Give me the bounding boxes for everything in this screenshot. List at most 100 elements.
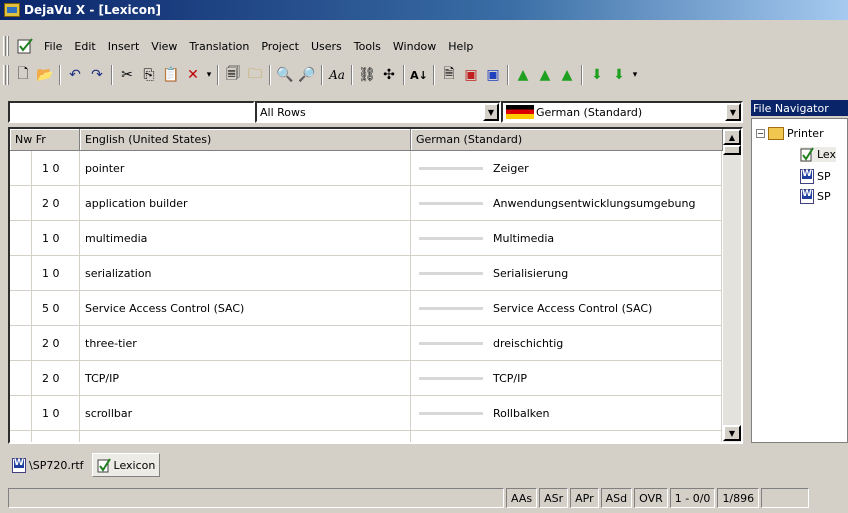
cell-source[interactable]: Service Access Control (SAC)	[80, 291, 411, 326]
menu-view[interactable]: View	[145, 40, 183, 53]
lexicon-icon[interactable]: 🗎	[438, 64, 460, 86]
cell-source[interactable]: TCP/IP	[80, 361, 411, 396]
tree-node-printer[interactable]: − Printer	[756, 127, 824, 140]
row-selector[interactable]	[10, 431, 32, 442]
check-all-icon[interactable]: ▣	[482, 64, 504, 86]
scroll-up-icon[interactable]: ▲	[723, 129, 741, 145]
cell-source[interactable]: application builder	[80, 186, 411, 221]
row-selector[interactable]	[10, 256, 32, 291]
cut-icon[interactable]: ✂	[116, 64, 138, 86]
cell-target[interactable]: Zeiger	[411, 151, 722, 186]
tree-node-label: SP	[817, 190, 831, 203]
menu-users[interactable]: Users	[305, 40, 348, 53]
menu-window[interactable]: Window	[387, 40, 442, 53]
new-document-icon[interactable]: 🗋	[12, 64, 34, 86]
add-term-all-icon[interactable]: ▲	[534, 64, 556, 86]
table-row[interactable]: 5 0 Service Access Control (SAC) Service A…	[10, 291, 722, 326]
table-row[interactable]: 2 0 application builder Anwendungsentwickl…	[10, 186, 722, 221]
cell-target[interactable]: Rollbalken	[411, 396, 722, 431]
tree-node-lexicon[interactable]: Lex	[800, 147, 837, 162]
tab-lexicon[interactable]: Lexicon	[91, 453, 161, 477]
open-folder-icon[interactable]: 📂	[34, 64, 56, 86]
cell-source[interactable]: three-tier	[80, 326, 411, 361]
link-icon[interactable]: ⛓	[356, 64, 378, 86]
cell-target[interactable]: Anwendungsentwicklungsumgebung	[411, 186, 722, 221]
row-selector[interactable]	[10, 291, 32, 326]
search-input[interactable]	[8, 101, 255, 123]
font-icon[interactable]: Aa	[326, 64, 348, 86]
menu-file[interactable]: File	[38, 40, 68, 53]
table-row[interactable]: 1 0 serialization Serialisierung	[10, 256, 722, 291]
redo-icon[interactable]: ↷	[86, 64, 108, 86]
column-header-source[interactable]: English (United States)	[80, 129, 411, 151]
unlink-icon[interactable]: ✣	[378, 64, 400, 86]
column-header-nwfr[interactable]: Nw Fr	[10, 129, 80, 151]
dropdown-arrow-icon[interactable]: ▼	[483, 103, 499, 121]
collapse-icon[interactable]: −	[756, 129, 765, 138]
rows-filter-value: All Rows	[260, 105, 306, 119]
table-row[interactable]: 2 0 TCP/IP TCP/IP	[10, 361, 722, 396]
scroll-down-icon[interactable]: ▼	[723, 425, 741, 441]
tree-node-sp-document[interactable]: SP	[800, 169, 831, 184]
word-document-icon	[800, 169, 814, 184]
menu-project[interactable]: Project	[255, 40, 305, 53]
find-icon[interactable]: 🔍	[274, 64, 296, 86]
tab-sp720-rtf[interactable]: \SP720.rtf	[8, 453, 88, 477]
file-navigator-tree: − Printer Lex SP SP	[751, 118, 848, 443]
cell-target[interactable]: dreischichtig	[411, 326, 722, 361]
cell-target[interactable]: Root-Verzeichnis	[411, 431, 722, 442]
delete-icon[interactable]: ✕	[182, 64, 204, 86]
table-row[interactable]: 1 0 multimedia Multimedia	[10, 221, 722, 256]
status-bar-indicator	[419, 307, 483, 310]
cell-target[interactable]: TCP/IP	[411, 361, 722, 396]
check-icon[interactable]: ▣	[460, 64, 482, 86]
next-all-icon[interactable]: ⬇	[608, 64, 630, 86]
menu-translation[interactable]: Translation	[183, 40, 255, 53]
tree-node-sp-document[interactable]: SP	[800, 189, 831, 204]
dropdown-arrow-icon[interactable]: ▼	[725, 103, 741, 121]
cell-target[interactable]: Multimedia	[411, 221, 722, 256]
row-selector[interactable]	[10, 221, 32, 256]
sort-icon[interactable]: A↓	[408, 64, 430, 86]
find-replace-icon[interactable]: 🔎	[296, 64, 318, 86]
next-icon[interactable]: ⬇	[586, 64, 608, 86]
cell-source[interactable]: serialization	[80, 256, 411, 291]
rows-filter-select[interactable]: All Rows ▼	[255, 101, 501, 123]
dejavu-app-icon[interactable]	[4, 3, 20, 17]
table-row[interactable]: 2 0root directory Root-Verzeichnis	[10, 431, 722, 442]
row-selector[interactable]	[10, 186, 32, 221]
menu-tools[interactable]: Tools	[348, 40, 387, 53]
paste-icon[interactable]: 📋	[160, 64, 182, 86]
menu-edit[interactable]: Edit	[68, 40, 101, 53]
properties-icon[interactable]: 🗐	[222, 64, 244, 86]
row-selector[interactable]	[10, 396, 32, 431]
dropdown-arrow-icon[interactable]: ▾	[630, 64, 640, 86]
toolbar-grip[interactable]	[3, 65, 9, 85]
language-select[interactable]: German (Standard) ▼	[501, 101, 743, 123]
table-row[interactable]: 1 0 pointer Zeiger	[10, 151, 722, 186]
cell-source[interactable]: multimedia	[80, 221, 411, 256]
cell-target[interactable]: Serialisierung	[411, 256, 722, 291]
menu-help[interactable]: Help	[442, 40, 479, 53]
grid-vertical-scrollbar[interactable]: ▲ ▼	[723, 129, 741, 442]
table-row[interactable]: 2 0 three-tier dreischichtig	[10, 326, 722, 361]
scroll-thumb[interactable]	[723, 145, 741, 155]
cell-source[interactable]: pointer	[80, 151, 411, 186]
row-selector[interactable]	[10, 326, 32, 361]
cell-source[interactable]: root directory	[80, 431, 411, 442]
menu-insert[interactable]: Insert	[102, 40, 146, 53]
row-selector[interactable]	[10, 151, 32, 186]
cell-target[interactable]: Service Access Control (SAC)	[411, 291, 722, 326]
table-row[interactable]: 1 0 scrollbar Rollbalken	[10, 396, 722, 431]
menubar-grip[interactable]	[3, 36, 9, 56]
copy-icon[interactable]: ⎘	[138, 64, 160, 86]
column-header-target[interactable]: German (Standard)	[411, 129, 723, 151]
cell-source[interactable]: scrollbar	[80, 396, 411, 431]
undo-icon[interactable]: ↶	[64, 64, 86, 86]
add-term-alt-icon[interactable]: ▲	[556, 64, 578, 86]
dropdown-arrow-icon[interactable]: ▾	[204, 64, 214, 86]
open-project-icon[interactable]: 🗀	[244, 64, 266, 86]
add-term-icon[interactable]: ▲	[512, 64, 534, 86]
row-selector[interactable]	[10, 361, 32, 396]
lexicon-document-icon[interactable]	[16, 38, 34, 54]
